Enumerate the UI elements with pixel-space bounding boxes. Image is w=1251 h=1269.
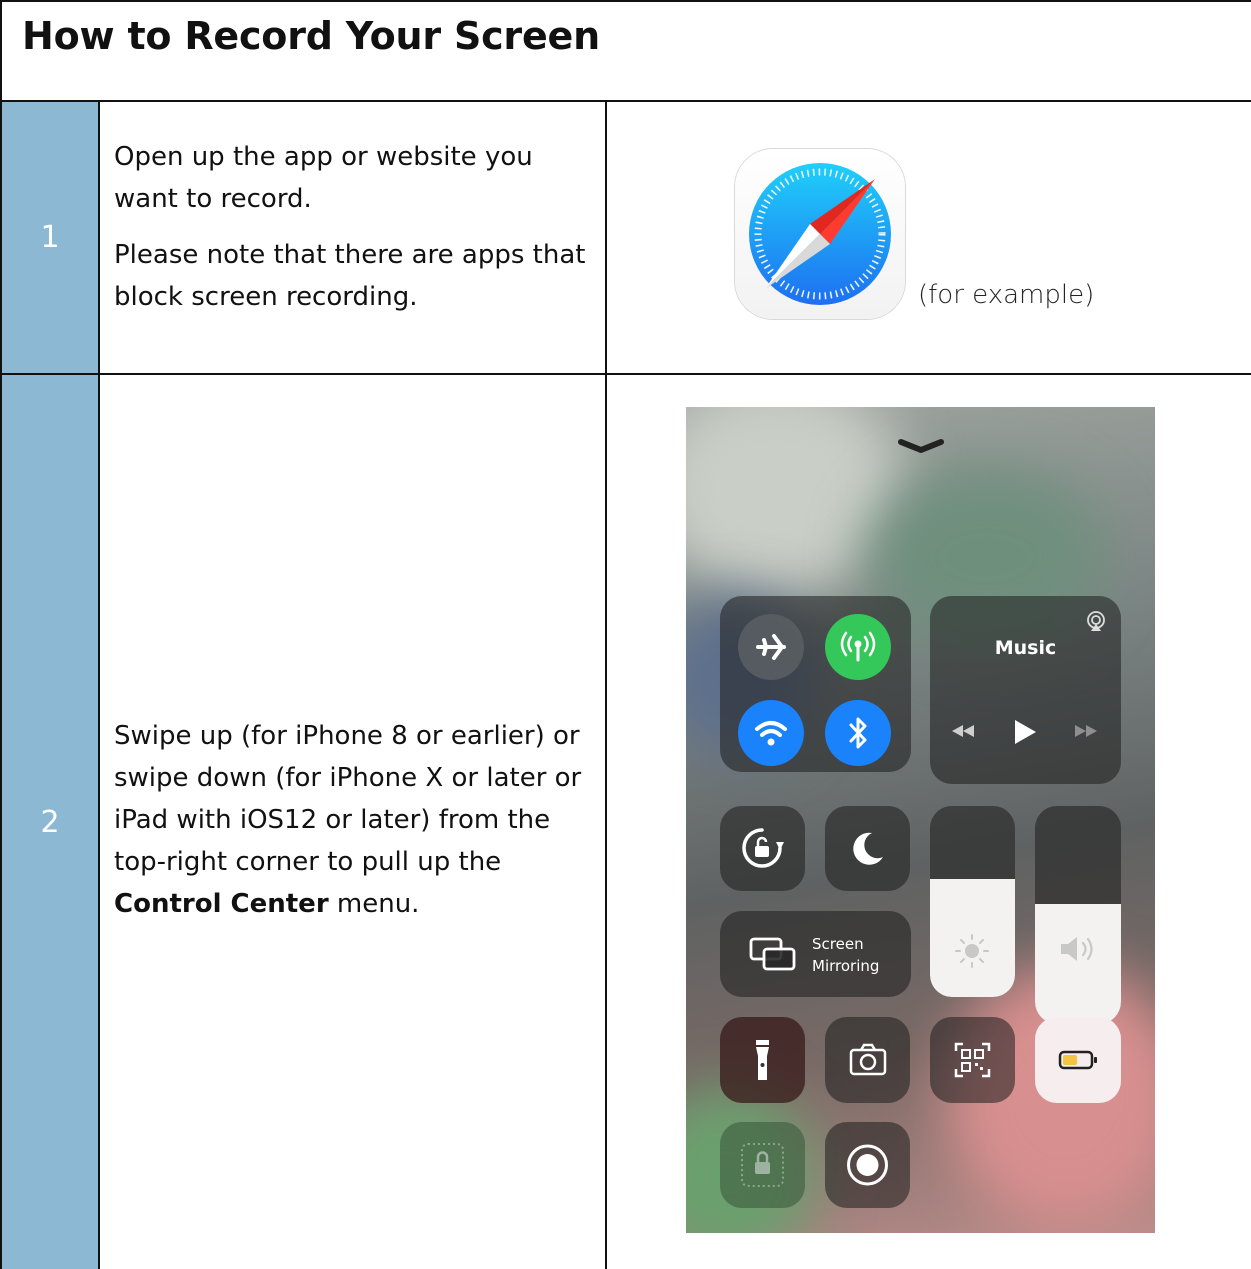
camera-button[interactable] <box>825 1017 910 1103</box>
brightness-slider[interactable] <box>930 806 1015 997</box>
flashlight-button[interactable] <box>720 1017 805 1103</box>
volume-icon <box>1061 937 1093 961</box>
airplay-icon[interactable] <box>1085 610 1107 632</box>
step-1-paragraph-2: Please note that there are apps that blo… <box>114 240 586 312</box>
screen-mirroring-label-line-2: Mirroring <box>812 957 880 975</box>
wifi-toggle[interactable] <box>738 700 804 766</box>
camera-icon <box>849 1043 887 1076</box>
bluetooth-toggle[interactable] <box>825 700 891 766</box>
screen-record-button[interactable] <box>825 1122 910 1208</box>
do-not-disturb-button[interactable] <box>825 806 910 891</box>
cellular-data-toggle[interactable] <box>825 614 891 680</box>
screen-mirroring-button[interactable]: Screen Mirroring <box>720 911 911 997</box>
safari-compass-graphic <box>749 163 891 305</box>
step-1-number-cell: 1 <box>2 102 98 374</box>
airplane-icon <box>756 634 786 660</box>
volume-slider[interactable] <box>1035 806 1121 1024</box>
airplane-mode-toggle[interactable] <box>738 614 804 680</box>
step-2-text: Swipe up (for iPhone 8 or earlier) or sw… <box>114 715 594 925</box>
wifi-icon <box>755 721 787 746</box>
step-number: 1 <box>40 220 60 255</box>
step-1-paragraph-1: Open up the app or website you want to r… <box>114 142 533 214</box>
table-border-middle-column <box>605 100 607 1269</box>
brightness-icon <box>955 934 989 968</box>
page-title: How to Record Your Screen <box>22 14 600 58</box>
image-caption: (for example) <box>918 280 1095 310</box>
table-border-top <box>0 0 1251 2</box>
battery-icon <box>1058 1050 1097 1070</box>
screen-mirroring-label: Screen Mirroring <box>812 933 879 977</box>
flashlight-icon <box>756 1040 769 1080</box>
step-2-number-cell: 2 <box>2 375 98 1269</box>
screen-mirroring-icon <box>749 937 796 971</box>
guided-access-icon <box>741 1143 784 1187</box>
fast-forward-icon[interactable] <box>1073 723 1099 739</box>
guided-access-button[interactable] <box>720 1122 805 1208</box>
bluetooth-icon <box>849 717 867 749</box>
step-2-text-part-2: menu. <box>328 889 420 919</box>
control-center-bold-label: Control Center <box>114 889 329 919</box>
orientation-lock-button[interactable] <box>720 806 805 891</box>
instruction-document: How to Record Your Screen 1 Open up the … <box>0 0 1251 1269</box>
chevron-down-icon[interactable] <box>898 437 944 457</box>
play-icon[interactable] <box>1012 718 1038 746</box>
table-border-number-column <box>98 100 100 1269</box>
title-cell: How to Record Your Screen <box>0 0 1251 101</box>
step-number: 2 <box>40 805 60 840</box>
qr-code-icon <box>954 1042 991 1078</box>
qr-scanner-button[interactable] <box>930 1017 1015 1103</box>
screen-mirroring-label-line-1: Screen <box>812 935 864 953</box>
control-center-screenshot: Music Screen Mirroring <box>686 407 1155 1233</box>
table-border-left <box>0 0 2 1269</box>
step-1-text: Open up the app or website you want to r… <box>114 136 594 318</box>
step-2-text-part-1: Swipe up (for iPhone 8 or earlier) or sw… <box>114 721 582 877</box>
orientation-lock-icon <box>742 828 784 868</box>
music-label: Music <box>994 637 1057 659</box>
moon-icon <box>853 832 883 865</box>
cellular-icon <box>840 631 876 662</box>
low-power-mode-button[interactable] <box>1035 1017 1121 1103</box>
table-border-row-1 <box>0 100 1251 102</box>
rewind-icon[interactable] <box>950 723 976 739</box>
safari-icon <box>735 149 905 319</box>
screen-record-icon <box>847 1144 888 1186</box>
table-border-row-2 <box>0 373 1251 375</box>
